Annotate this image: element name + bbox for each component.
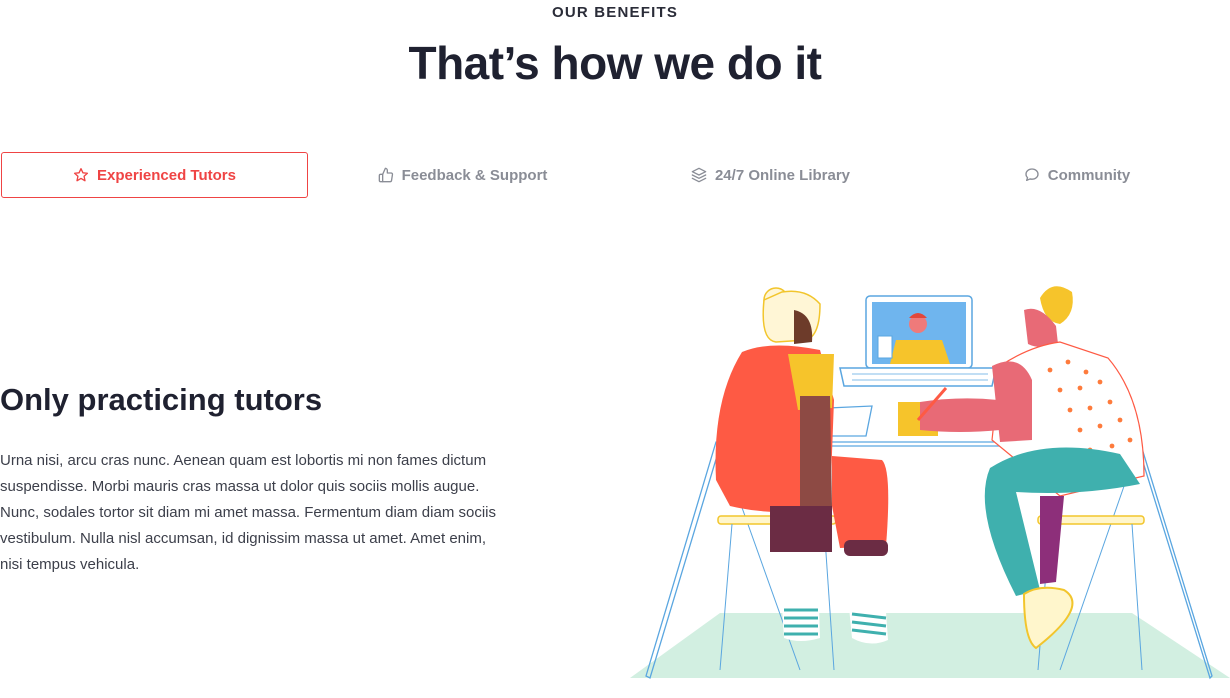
benefit-tabs: Experienced Tutors Feedback & Support 24… xyxy=(0,152,1230,198)
tab-label: Feedback & Support xyxy=(401,166,548,184)
benefit-description: Urna nisi, arcu cras nunc. Aenean quam e… xyxy=(0,452,496,573)
layers-icon xyxy=(691,167,707,183)
thumbs-up-icon xyxy=(378,167,393,183)
tab-community[interactable]: Community xyxy=(924,152,1230,198)
tutoring-illustration xyxy=(630,286,1230,680)
tab-online-library[interactable]: 24/7 Online Library xyxy=(617,152,924,198)
chat-bubble-icon xyxy=(1025,168,1039,181)
tab-label: Experienced Tutors xyxy=(97,166,236,184)
tab-feedback-support[interactable]: Feedback & Support xyxy=(309,152,616,198)
tab-label: Community xyxy=(1047,166,1131,184)
benefit-title: Only practicing tutors xyxy=(0,382,323,417)
tab-label: 24/7 Online Library xyxy=(714,166,851,184)
tab-experienced-tutors[interactable]: Experienced Tutors xyxy=(1,152,308,198)
section-eyebrow: OUR BENEFITS xyxy=(551,4,679,21)
section-title: That’s how we do it xyxy=(408,37,822,89)
star-icon xyxy=(73,168,89,182)
